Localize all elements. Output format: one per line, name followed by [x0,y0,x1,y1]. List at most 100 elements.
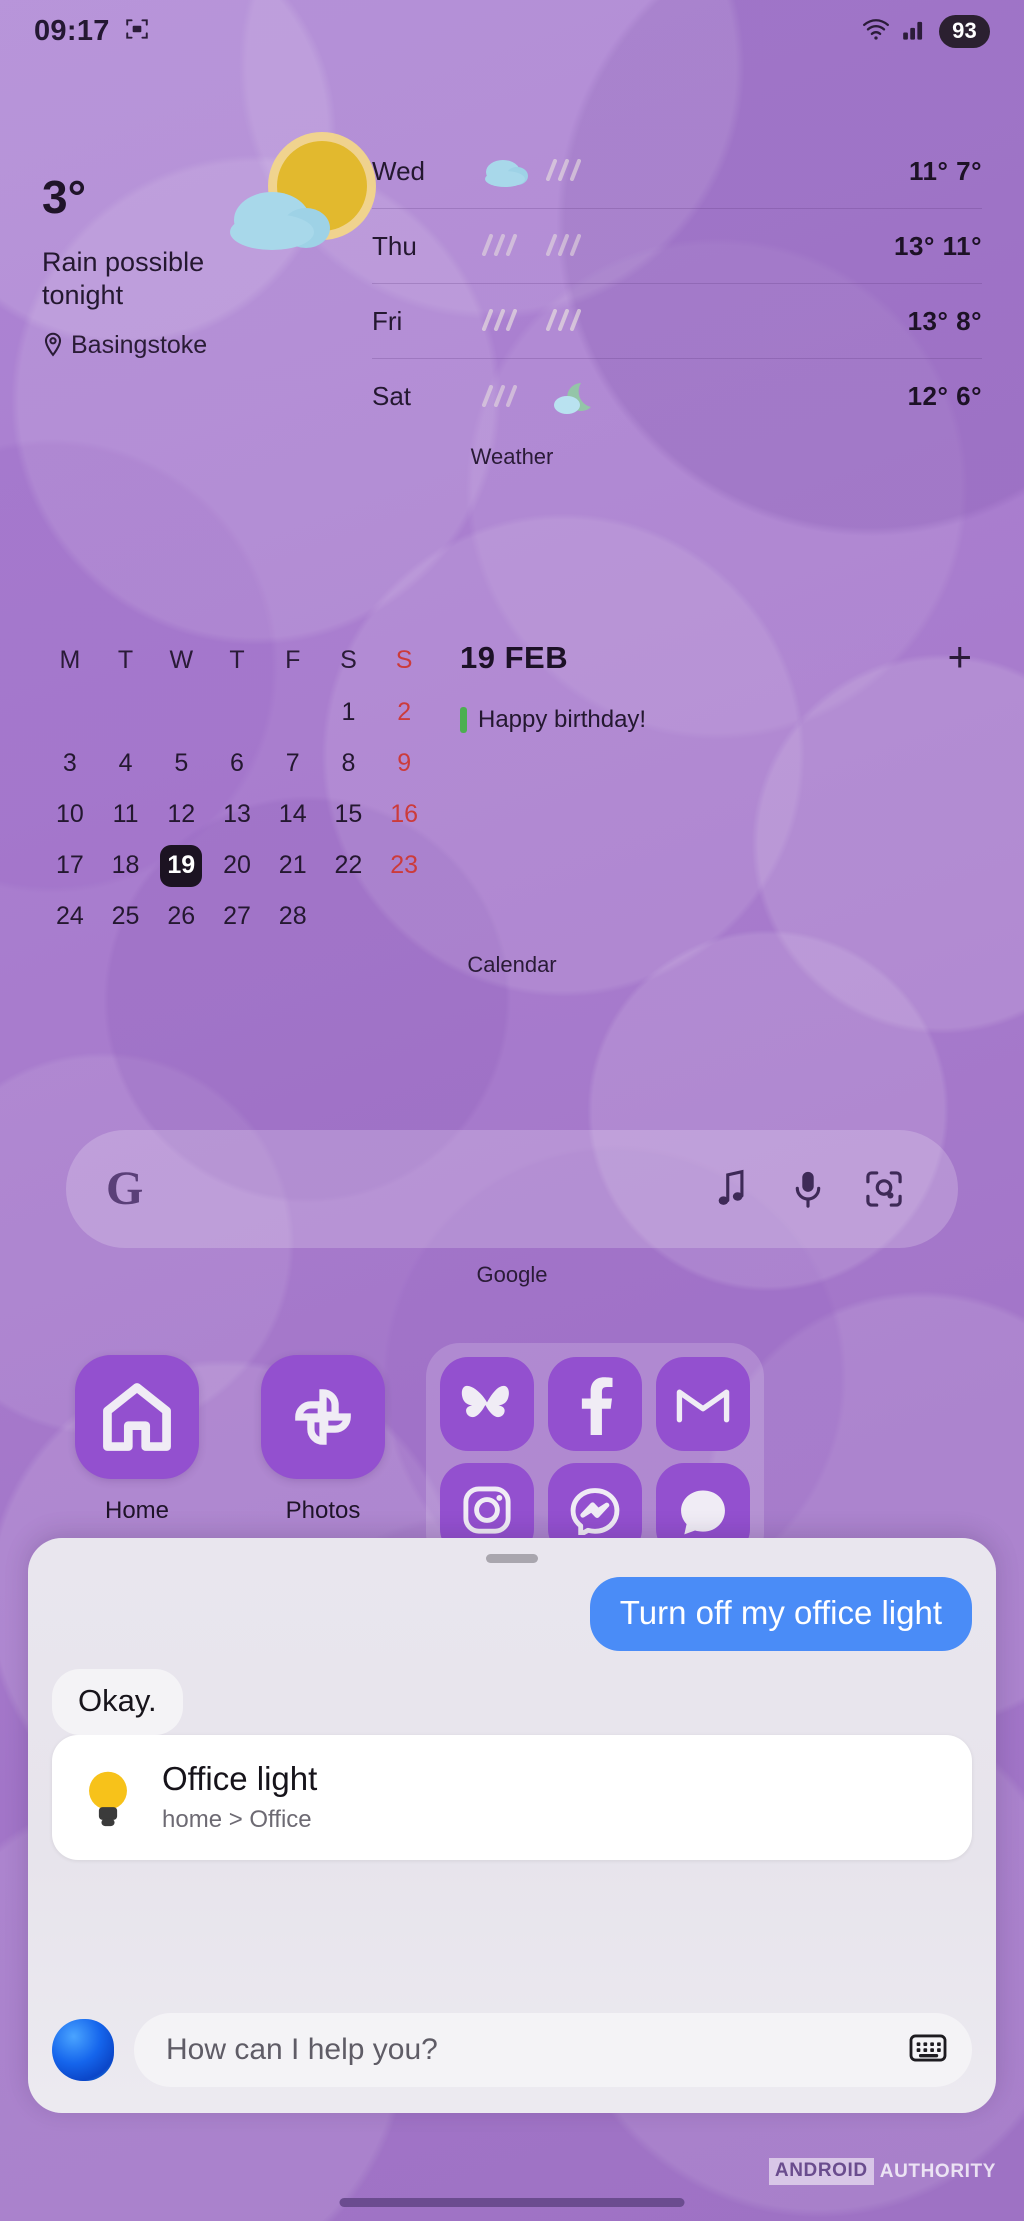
lightbulb-icon [80,1767,136,1829]
weekday-fri: F [285,646,301,674]
calendar-day[interactable]: 3 [42,738,98,789]
weather-widget[interactable]: 3° Rain possible tonight Basingstoke Wed… [0,128,1024,470]
forecast-icons [467,374,908,420]
calendar-day[interactable]: 26 [153,891,209,942]
google-photos-icon [261,1355,385,1479]
google-widget-label: Google [476,1262,548,1287]
calendar-day[interactable]: 14 [265,789,321,840]
status-bar-left: 09:17 [34,15,150,48]
calendar-day[interactable] [321,891,377,942]
calendar-day[interactable]: 8 [321,738,377,789]
calendar-weekday-header: M T W T F S S [42,640,432,687]
forecast-row: Thu 13° 11° [372,209,982,284]
forecast-icons [467,223,894,269]
calendar-week-row: 24 25 26 27 28 [42,891,432,942]
panel-drag-handle[interactable] [486,1554,538,1563]
rain-icon [546,159,581,181]
facebook-icon[interactable] [548,1357,642,1451]
calendar-day[interactable]: 7 [265,738,321,789]
signal-icon [902,17,928,46]
gmail-icon[interactable] [656,1357,750,1451]
app-label: Home [104,1497,170,1524]
calendar-day[interactable] [42,687,98,738]
forecast-row: Fri 13° 8° [372,284,982,359]
calendar-day[interactable]: 1 [321,687,377,738]
cloud-icon [485,160,528,187]
calendar-day[interactable]: 11 [98,789,154,840]
weather-location: Basingstoke [42,331,372,360]
calendar-day[interactable]: 18 [98,840,154,891]
app-home[interactable]: Home [44,1355,230,1525]
location-pin-icon [44,333,62,357]
calendar-day[interactable] [376,891,432,942]
forecast-row: Wed 11° 7° [372,134,982,209]
calendar-day[interactable]: 9 [376,738,432,789]
calendar-day[interactable]: 2 [376,687,432,738]
calendar-day[interactable]: 15 [321,789,377,840]
calendar-day[interactable] [209,687,265,738]
calendar-day[interactable]: 22 [321,840,377,891]
google-lens-icon[interactable] [846,1170,922,1208]
forecast-day: Fri [372,305,403,336]
rain-icon [482,309,517,331]
calendar-day[interactable]: 16 [376,789,432,840]
rain-icon [546,309,581,331]
gemini-orb-icon[interactable] [52,2019,114,2081]
calendar-day[interactable]: 6 [209,738,265,789]
calendar-widget-label: Calendar [467,952,557,977]
navigation-handle[interactable] [339,2198,685,2207]
rain-icon [546,234,581,256]
calendar-day[interactable]: 23 [376,840,432,891]
calendar-day[interactable]: 20 [209,840,265,891]
calendar-selected-date: 19 FEB [460,640,569,675]
calendar-widget[interactable]: M T W T F S S 1 2 3 4 5 6 7 8 9 10 11 12… [0,636,1024,978]
status-bar: 09:17 93 [0,0,1024,62]
screenshot-icon [124,16,150,47]
weekday-sat: S [340,646,357,674]
calendar-day[interactable]: 10 [42,789,98,840]
calendar-day[interactable]: 4 [98,738,154,789]
calendar-event-item[interactable]: Happy birthday! [460,706,982,734]
calendar-day[interactable] [265,687,321,738]
calendar-month-grid[interactable]: M T W T F S S 1 2 3 4 5 6 7 8 9 10 11 12… [42,640,432,942]
calendar-day[interactable] [98,687,154,738]
app-label: Photos [285,1497,361,1524]
calendar-day[interactable]: 13 [209,789,265,840]
app-photos[interactable]: Photos [230,1355,416,1525]
keyboard-icon[interactable] [908,2031,948,2070]
calendar-day-today[interactable]: 19 [153,840,209,891]
calendar-day[interactable] [153,687,209,738]
weekday-sun: S [395,646,413,674]
add-event-button[interactable]: + [947,636,972,678]
watermark-suffix: AUTHORITY [879,2160,996,2182]
event-color-bar [460,707,467,733]
calendar-day[interactable]: 5 [153,738,209,789]
music-note-icon[interactable] [694,1169,770,1209]
assistant-panel[interactable]: Turn off my office light Okay. Office li… [28,1538,996,2113]
calendar-day[interactable]: 21 [265,840,321,891]
microphone-icon[interactable] [770,1169,846,1209]
calendar-day[interactable]: 12 [153,789,209,840]
forecast-temps: 13° 11° [894,230,982,261]
watermark-brand: ANDROID [768,2158,874,2185]
forecast-icons [467,148,909,194]
calendar-day[interactable]: 27 [209,891,265,942]
google-search-bar[interactable]: G [66,1130,958,1248]
device-info: Office light home > Office [162,1760,317,1834]
forecast-row: Sat 12° 6° [372,359,982,434]
input-placeholder: How can I help you? [166,2033,438,2066]
calendar-day[interactable]: 17 [42,840,98,891]
calendar-day[interactable]: 25 [98,891,154,942]
google-home-icon [75,1355,199,1479]
bluesky-icon[interactable] [440,1357,534,1451]
calendar-week-row: 10 11 12 13 14 15 16 [42,789,432,840]
calendar-week-row: 3 4 5 6 7 8 9 [42,738,432,789]
calendar-day[interactable]: 24 [42,891,98,942]
assistant-text-input[interactable]: How can I help you? [134,2013,972,2087]
device-control-card[interactable]: Office light home > Office [52,1735,972,1861]
weather-location-label: Basingstoke [71,330,208,359]
calendar-day[interactable]: 28 [265,891,321,942]
app-folder[interactable] [426,1343,764,1567]
rain-icon [482,234,517,256]
forecast-temps: 13° 8° [907,305,982,336]
